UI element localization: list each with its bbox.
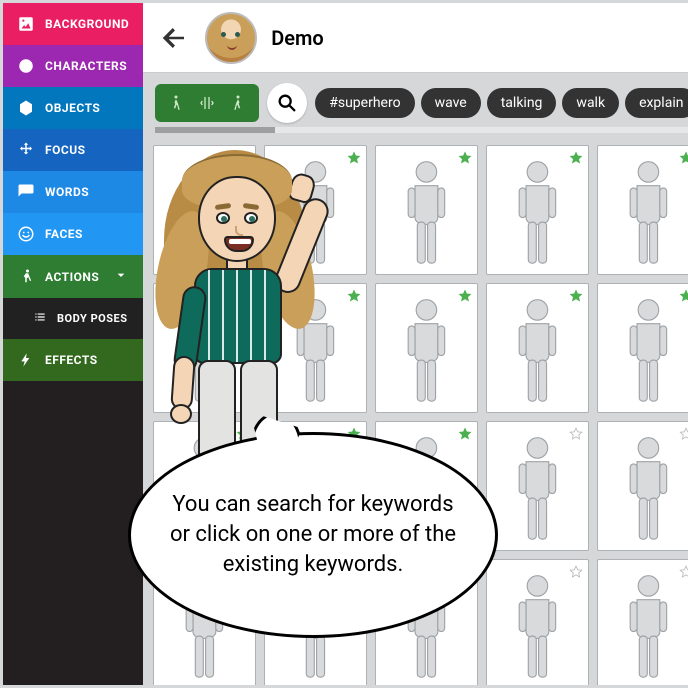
pose-figure: [384, 294, 469, 408]
pose-figure: [162, 294, 247, 408]
pose-tile[interactable]: [486, 145, 589, 275]
pose-tile[interactable]: [486, 283, 589, 413]
move-icon: [17, 141, 35, 159]
bolt-icon: [17, 351, 35, 369]
bubble-text: You can search for keywords or click on …: [128, 432, 498, 638]
sidebar-label: FACES: [45, 227, 83, 241]
sidebar-item-focus[interactable]: FOCUS: [3, 129, 143, 171]
sidebar-item-words[interactable]: WORDS: [3, 171, 143, 213]
pose-tile[interactable]: [597, 283, 688, 413]
sidebar-sub-label: EFFECTS: [45, 353, 98, 367]
pose-figure: [606, 156, 688, 270]
pose-tile[interactable]: [375, 145, 478, 275]
pose-direction-toggle[interactable]: [155, 84, 259, 122]
sidebar: BACKGROUND CHARACTERS OBJECTS FOCUS WORD…: [3, 3, 143, 685]
tag-walk[interactable]: walk: [562, 88, 619, 118]
pose-figure: [384, 156, 469, 270]
search-icon: [276, 92, 298, 114]
run-icon: [17, 268, 35, 286]
sidebar-subitem-body-poses[interactable]: BODY POSES: [3, 298, 143, 339]
sidebar-sub-label: BODY POSES: [57, 312, 127, 325]
sidebar-item-characters[interactable]: CHARACTERS: [3, 45, 143, 87]
hexagon-icon: [17, 99, 35, 117]
arrow-left-icon: [159, 23, 189, 53]
pose-tile[interactable]: [264, 145, 367, 275]
pose-tile[interactable]: [597, 559, 688, 685]
tag-talking[interactable]: talking: [487, 88, 557, 118]
list-icon: [33, 310, 47, 327]
scrollbar-thumb[interactable]: [155, 127, 275, 133]
face-icon: [17, 57, 35, 75]
image-icon: [17, 15, 35, 33]
sidebar-subitem-effects[interactable]: EFFECTS: [3, 339, 143, 381]
sidebar-item-background[interactable]: BACKGROUND: [3, 3, 143, 45]
pose-tile[interactable]: [486, 421, 589, 551]
sidebar-label: WORDS: [45, 185, 89, 199]
speech-bubble: You can search for keywords or click on …: [128, 432, 498, 638]
walk-left-icon: [167, 92, 185, 114]
pose-figure: [495, 570, 580, 684]
tag-explain[interactable]: explain: [625, 88, 688, 118]
chat-icon: [17, 183, 35, 201]
pose-figure: [606, 294, 688, 408]
pose-tile[interactable]: [597, 421, 688, 551]
walk-right-icon: [229, 92, 247, 114]
pose-figure: [273, 156, 358, 270]
pose-tile[interactable]: [264, 283, 367, 413]
toolbar: #superhero wave talking walk explain: [143, 73, 688, 127]
search-button[interactable]: [267, 83, 307, 123]
chevron-down-icon: [113, 267, 129, 286]
back-button[interactable]: [157, 21, 191, 55]
tag-superhero[interactable]: #superhero: [315, 88, 414, 118]
pose-figure: [495, 156, 580, 270]
pose-figure: [495, 294, 580, 408]
avatar[interactable]: [205, 12, 257, 64]
pose-tile[interactable]: [486, 559, 589, 685]
sidebar-label: ACTIONS: [45, 270, 99, 284]
tag-list: #superhero wave talking walk explain: [315, 88, 688, 118]
pose-figure: [606, 432, 688, 546]
sidebar-label: FOCUS: [45, 143, 86, 157]
pose-figure: [273, 294, 358, 408]
pose-figure: [162, 156, 247, 270]
pose-tile[interactable]: [375, 283, 478, 413]
sidebar-label: OBJECTS: [45, 101, 100, 115]
sidebar-label: CHARACTERS: [45, 59, 127, 73]
header: Demo: [143, 3, 688, 73]
pose-figure: [495, 432, 580, 546]
page-title: Demo: [271, 26, 323, 50]
sidebar-item-objects[interactable]: OBJECTS: [3, 87, 143, 129]
sidebar-item-faces[interactable]: FACES: [3, 213, 143, 255]
sidebar-label: BACKGROUND: [45, 17, 129, 31]
flip-icon: [199, 94, 215, 112]
pose-figure: [606, 570, 688, 684]
sidebar-item-actions[interactable]: ACTIONS: [3, 255, 143, 298]
pose-tile[interactable]: [153, 283, 256, 413]
tag-wave[interactable]: wave: [421, 88, 481, 118]
pose-tile[interactable]: [597, 145, 688, 275]
bubble-tail: [250, 412, 296, 450]
smiley-icon: [17, 225, 35, 243]
pose-tile[interactable]: [153, 145, 256, 275]
